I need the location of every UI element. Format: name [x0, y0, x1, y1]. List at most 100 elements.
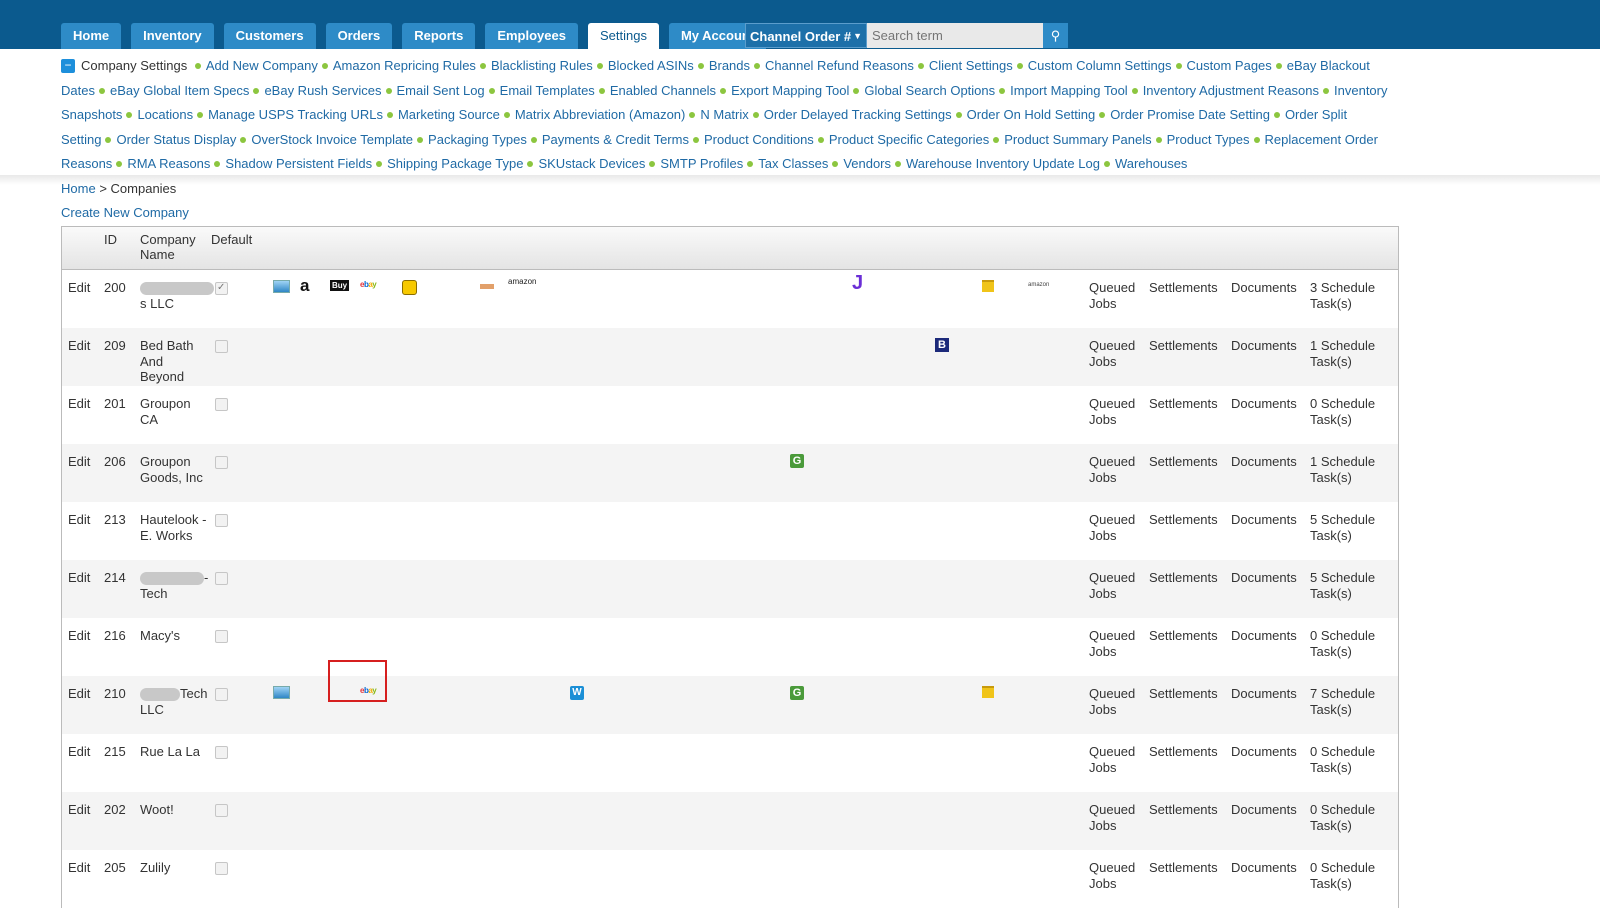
schedule-tasks-link[interactable]: 0 Schedule Task(s): [1310, 860, 1380, 891]
default-checkbox[interactable]: [215, 688, 228, 701]
edit-link[interactable]: Edit: [68, 570, 90, 586]
schedule-tasks-link[interactable]: 1 Schedule Task(s): [1310, 454, 1380, 485]
settings-link[interactable]: Import Mapping Tool: [1010, 83, 1128, 98]
queued-jobs-link[interactable]: Queued Jobs: [1089, 744, 1149, 775]
tab-orders[interactable]: Orders: [325, 23, 393, 49]
schedule-tasks-link[interactable]: 1 Schedule Task(s): [1310, 338, 1380, 369]
ebay-icon[interactable]: ebay: [360, 280, 377, 289]
tab-customers[interactable]: Customers: [223, 23, 316, 49]
edit-link[interactable]: Edit: [68, 686, 90, 702]
settings-link[interactable]: Blocked ASINs: [608, 58, 694, 73]
documents-link[interactable]: Documents: [1231, 280, 1297, 296]
documents-link[interactable]: Documents: [1231, 628, 1297, 644]
settings-link[interactable]: Product Conditions: [704, 132, 814, 147]
settings-link[interactable]: Client Settings: [929, 58, 1013, 73]
edit-link[interactable]: Edit: [68, 628, 90, 644]
default-checkbox[interactable]: [215, 340, 228, 353]
tab-inventory[interactable]: Inventory: [131, 23, 214, 49]
search-input[interactable]: [867, 23, 1043, 48]
bestbuy-icon[interactable]: Buy: [330, 280, 350, 291]
schedule-tasks-link[interactable]: 0 Schedule Task(s): [1310, 628, 1380, 659]
documents-link[interactable]: Documents: [1231, 570, 1297, 586]
settings-link[interactable]: Shadow Persistent Fields: [225, 156, 372, 171]
walmart-icon[interactable]: W: [570, 686, 584, 700]
channel-order-select[interactable]: Channel Order # ▼: [745, 23, 867, 48]
edit-link[interactable]: Edit: [68, 396, 90, 412]
tab-home[interactable]: Home: [61, 23, 122, 49]
tab-settings[interactable]: Settings: [587, 23, 659, 49]
queued-jobs-link[interactable]: Queued Jobs: [1089, 802, 1149, 833]
tab-reports[interactable]: Reports: [402, 23, 476, 49]
default-checkbox[interactable]: [215, 630, 228, 643]
documents-link[interactable]: Documents: [1231, 454, 1297, 470]
settings-link[interactable]: eBay Rush Services: [264, 83, 381, 98]
settings-link[interactable]: Warehouse Inventory Update Log: [906, 156, 1100, 171]
settlements-link[interactable]: Settlements: [1149, 570, 1218, 586]
settings-link[interactable]: Warehouses: [1115, 156, 1188, 171]
settings-link[interactable]: Order Delayed Tracking Settings: [764, 107, 952, 122]
settings-link[interactable]: OverStock Invoice Template: [251, 132, 413, 147]
default-checkbox[interactable]: [215, 746, 228, 759]
channel-hat-icon[interactable]: [982, 686, 994, 698]
documents-link[interactable]: Documents: [1231, 744, 1297, 760]
documents-link[interactable]: Documents: [1231, 686, 1297, 702]
schedule-tasks-link[interactable]: 7 Schedule Task(s): [1310, 686, 1380, 717]
settings-link[interactable]: Product Specific Categories: [829, 132, 989, 147]
default-checkbox[interactable]: [215, 804, 228, 817]
default-checkbox[interactable]: [215, 456, 228, 469]
settings-link[interactable]: Custom Column Settings: [1028, 58, 1172, 73]
settings-link[interactable]: Manage USPS Tracking URLs: [208, 107, 383, 122]
schedule-tasks-link[interactable]: 5 Schedule Task(s): [1310, 570, 1380, 601]
settings-link[interactable]: Channel Refund Reasons: [765, 58, 914, 73]
settlements-link[interactable]: Settlements: [1149, 860, 1218, 876]
edit-link[interactable]: Edit: [68, 744, 90, 760]
schedule-tasks-link[interactable]: 0 Schedule Task(s): [1310, 396, 1380, 427]
edit-link[interactable]: Edit: [68, 280, 90, 296]
breadcrumb-home[interactable]: Home: [61, 181, 96, 196]
schedule-tasks-link[interactable]: 0 Schedule Task(s): [1310, 802, 1380, 833]
queued-jobs-link[interactable]: Queued Jobs: [1089, 280, 1149, 311]
settings-link[interactable]: Order Promise Date Setting: [1110, 107, 1270, 122]
collapse-icon[interactable]: −: [61, 59, 75, 73]
settings-link[interactable]: Enabled Channels: [610, 83, 716, 98]
search-icon[interactable]: ⚲: [1043, 23, 1068, 48]
edit-link[interactable]: Edit: [68, 338, 90, 354]
settings-link[interactable]: Order On Hold Setting: [967, 107, 1096, 122]
settings-link[interactable]: SMTP Profiles: [660, 156, 743, 171]
schedule-tasks-link[interactable]: 5 Schedule Task(s): [1310, 512, 1380, 543]
settings-link[interactable]: Marketing Source: [398, 107, 500, 122]
queued-jobs-link[interactable]: Queued Jobs: [1089, 860, 1149, 891]
settlements-link[interactable]: Settlements: [1149, 454, 1218, 470]
default-checkbox[interactable]: [215, 280, 228, 296]
settings-link[interactable]: Packaging Types: [428, 132, 527, 147]
jet-icon[interactable]: J: [852, 272, 863, 295]
settings-link[interactable]: Brands: [709, 58, 750, 73]
settlements-link[interactable]: Settlements: [1149, 744, 1218, 760]
documents-link[interactable]: Documents: [1231, 396, 1297, 412]
settings-link[interactable]: Payments & Credit Terms: [542, 132, 689, 147]
queued-jobs-link[interactable]: Queued Jobs: [1089, 454, 1149, 485]
bedbath-icon[interactable]: B: [935, 338, 949, 352]
settlements-link[interactable]: Settlements: [1149, 512, 1218, 528]
default-checkbox[interactable]: [215, 572, 228, 585]
documents-link[interactable]: Documents: [1231, 802, 1297, 818]
create-new-company-link[interactable]: Create New Company: [61, 205, 189, 220]
documents-link[interactable]: Documents: [1231, 338, 1297, 354]
settings-link[interactable]: Shipping Package Type: [387, 156, 523, 171]
settings-link[interactable]: Email Templates: [500, 83, 595, 98]
documents-link[interactable]: Documents: [1231, 512, 1297, 528]
default-checkbox[interactable]: [215, 862, 228, 875]
settings-link[interactable]: Blacklisting Rules: [491, 58, 593, 73]
settings-link[interactable]: eBay Global Item Specs: [110, 83, 249, 98]
channel-small-icon[interactable]: [480, 284, 494, 289]
settlements-link[interactable]: Settlements: [1149, 628, 1218, 644]
amazon-logo-icon[interactable]: amazon: [508, 277, 536, 286]
edit-link[interactable]: Edit: [68, 512, 90, 528]
settings-link[interactable]: Custom Pages: [1187, 58, 1272, 73]
settlements-link[interactable]: Settlements: [1149, 686, 1218, 702]
schedule-tasks-link[interactable]: 3 Schedule Task(s): [1310, 280, 1380, 311]
channel-image-icon[interactable]: [273, 686, 290, 699]
settlements-link[interactable]: Settlements: [1149, 396, 1218, 412]
amazon-mini-icon[interactable]: amazon: [1028, 282, 1049, 288]
settings-link[interactable]: Add New Company: [206, 58, 318, 73]
